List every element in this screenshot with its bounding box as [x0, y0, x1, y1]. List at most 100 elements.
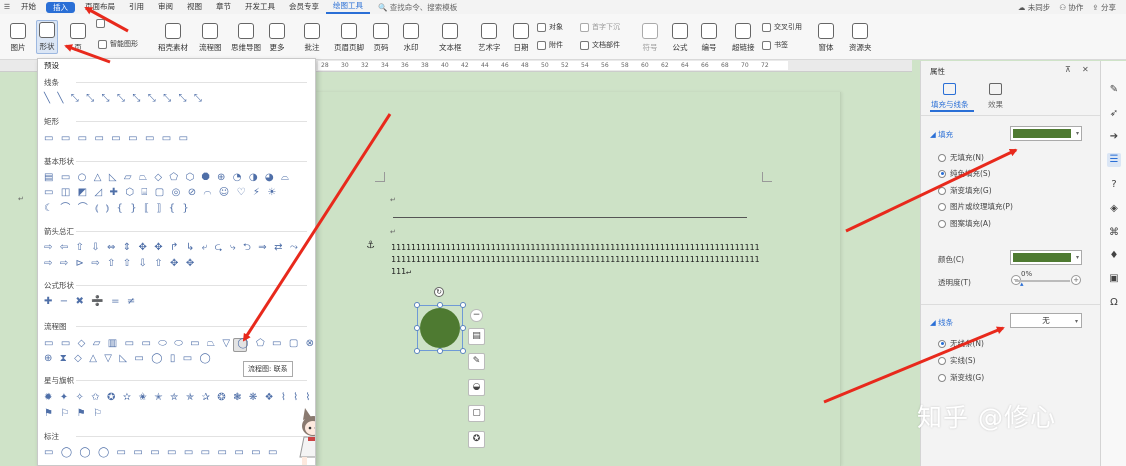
crossref-button[interactable]: 交叉引用: [762, 22, 802, 32]
attachment-button[interactable]: 附件: [537, 40, 563, 50]
help-icon[interactable]: ?: [1107, 178, 1121, 192]
shape-row-callouts[interactable]: ▭ ◯ ◯ ◯ ▭ ▭ ▭ ▭ ▭ ▭ ▭ ▭ ▭ ▭: [44, 447, 280, 459]
resize-handle[interactable]: [414, 325, 420, 331]
object-button[interactable]: 对象: [537, 22, 563, 32]
resize-handle[interactable]: [460, 302, 466, 308]
picture-button[interactable]: 图片: [10, 23, 26, 53]
shape-row-arrows[interactable]: ⇨ ⇦ ⇧ ⇩ ⇔ ⇕ ✥ ✥ ↱ ↳ ⤶ ⮎ ⤷ ⮌ ⇒ ⇄ ⤳: [44, 242, 300, 254]
effects-icon[interactable]: ✪: [468, 431, 485, 448]
shape-row-lines[interactable]: ╲ ╲ ⤡ ⤡ ⤡ ⤡ ⤡ ⤡ ⤡ ⤡ ⤡: [44, 93, 204, 105]
radio-no-line[interactable]: 无线条(N): [938, 338, 984, 349]
tab-insert[interactable]: 插入: [46, 1, 75, 13]
document-text[interactable]: 1111111111111111111111111111111111111111…: [391, 241, 763, 278]
paint-icon[interactable]: ♦: [1107, 249, 1121, 263]
resize-handle[interactable]: [414, 348, 420, 354]
document-page[interactable]: [315, 92, 841, 466]
pin-icon[interactable]: ⊼: [1065, 65, 1071, 74]
textbox-button[interactable]: 文本框: [439, 23, 462, 53]
horizontal-line[interactable]: [393, 217, 747, 218]
numbering-button[interactable]: 编号: [701, 23, 717, 53]
tab-start[interactable]: 开始: [14, 0, 43, 14]
shape-row-arrows[interactable]: ⇨ ⇨ ⊳ ⇨ ⇧ ⇧ ⇩ ⇧ ✥ ✥: [44, 258, 196, 270]
shape-button[interactable]: 形状: [36, 20, 58, 54]
shape-row-formula[interactable]: ✚ − ✖ ➗ = ≠: [44, 296, 137, 308]
mindmap-button[interactable]: 思维导图: [231, 23, 261, 53]
resize-handle[interactable]: [460, 325, 466, 331]
radio-gradient-line[interactable]: 渐变线(G): [938, 372, 984, 383]
shape-row-basic[interactable]: ▤ ▭ ○ △ ◺ ▱ ⏢ ◇ ⬠ ⬡ ⯃ ⊕ ◔ ◑ ◕ ⌓: [44, 172, 291, 184]
doc-part-button[interactable]: 文档部件: [580, 40, 620, 50]
fill-color-dropdown[interactable]: ▾: [1010, 126, 1082, 141]
collab-button[interactable]: ⚇ 协作: [1059, 2, 1083, 13]
shapes-icon[interactable]: ◈: [1107, 202, 1121, 216]
tab-drawing-tools[interactable]: 绘图工具: [326, 0, 370, 14]
wordart-button[interactable]: 艺术字: [478, 23, 501, 53]
layout-option-icon[interactable]: ▤: [468, 328, 485, 345]
cursor-icon[interactable]: ➔: [1107, 130, 1121, 144]
resize-handle[interactable]: [460, 348, 466, 354]
tab-references[interactable]: 引用: [122, 0, 151, 14]
fill-section-toggle[interactable]: ◢ 填充: [930, 129, 953, 140]
send-icon[interactable]: ➶: [1107, 107, 1121, 121]
line-section-toggle[interactable]: ◢ 线条: [930, 317, 953, 328]
line-style-dropdown[interactable]: 无 ▾: [1010, 313, 1082, 328]
tab-fill-line[interactable]: 填充与线条: [931, 83, 969, 110]
resize-handle[interactable]: [437, 302, 443, 308]
properties-icon[interactable]: ☰: [1107, 153, 1121, 167]
formula-button[interactable]: 公式: [672, 23, 688, 53]
tab-section[interactable]: 章节: [209, 0, 238, 14]
styles-icon[interactable]: ⌘: [1107, 226, 1121, 240]
hyperlink-button[interactable]: 超链接: [732, 23, 755, 53]
symbol-icon[interactable]: Ω: [1107, 296, 1121, 310]
collapse-tool-icon[interactable]: −: [470, 309, 483, 322]
rotate-handle-icon[interactable]: ↻: [434, 287, 444, 297]
radio-no-fill[interactable]: 无填充(N): [938, 152, 984, 163]
smartart-button[interactable]: 智能图形: [98, 39, 138, 49]
flowchart-button[interactable]: 流程图: [199, 23, 222, 53]
pen-icon[interactable]: ✎: [1107, 83, 1121, 97]
menu-icon[interactable]: ☰: [0, 3, 14, 11]
drop-cap-button[interactable]: 首字下沉: [580, 22, 620, 32]
share-button[interactable]: ⇪ 分享: [1092, 2, 1116, 13]
tab-review[interactable]: 审阅: [151, 0, 180, 14]
layout-icon[interactable]: ▣: [1107, 272, 1121, 286]
shape-row-flowchart[interactable]: ▭ ▭ ◇ ▱ ▥ ▭ ▭ ⬭ ⬭ ▭ ⏢ ▽ ◯ ⬠ ▭ ▢ ⊗: [44, 338, 315, 350]
form-button[interactable]: 窗体: [818, 23, 834, 53]
radio-picture-fill[interactable]: 图片或纹理填充(P): [938, 201, 1013, 212]
fill-bucket-icon[interactable]: ◒: [468, 379, 485, 396]
radio-solid-fill[interactable]: 纯色填充(S): [938, 168, 991, 179]
sync-status[interactable]: ☁ 未同步: [1018, 2, 1050, 13]
symbol-button[interactable]: 符号: [642, 23, 658, 53]
slider-thumb[interactable]: ▴: [1020, 280, 1024, 288]
header-footer-button[interactable]: 页眉页脚: [334, 23, 364, 53]
page-button[interactable]: 页: [70, 23, 86, 53]
outline-icon[interactable]: ▢: [468, 405, 485, 422]
page-number-button[interactable]: 页码: [373, 23, 389, 53]
tab-developer[interactable]: 开发工具: [238, 0, 282, 14]
resize-handle[interactable]: [414, 302, 420, 308]
shape-row-flowchart[interactable]: ⊕ ⧗ ◇ △ ▽ ◺ ▭ ◯ ▯ ▭ ◯: [44, 353, 213, 365]
material-button[interactable]: 稻壳素材: [158, 23, 188, 53]
shape-row-basic[interactable]: ☾ ⌒ ⌒ ⦅ ⦆ { } ⟦ ⟧ { }: [44, 203, 191, 215]
close-icon[interactable]: ✕: [1082, 65, 1089, 74]
color-dropdown[interactable]: ▾: [1010, 250, 1082, 265]
shape-row-basic[interactable]: ▭ ◫ ◩ ◿ ✚ ⬡ ⌸ ▢ ◎ ⊘ ⌒ ☺ ♡ ⚡ ☀: [44, 187, 278, 199]
more-button[interactable]: 更多: [269, 23, 285, 53]
shape-row-rectangles[interactable]: ▭ ▭ ▭ ▭ ▭ ▭ ▭ ▭ ▭: [44, 133, 190, 145]
tab-view[interactable]: 视图: [180, 0, 209, 14]
radio-solid-line[interactable]: 实线(S): [938, 355, 976, 366]
tab-member[interactable]: 会员专享: [282, 0, 326, 14]
chart-button[interactable]: [96, 19, 105, 28]
resources-button[interactable]: 资源夹: [849, 23, 872, 53]
date-button[interactable]: 日期: [513, 23, 529, 53]
edit-shape-icon[interactable]: ✎: [468, 353, 485, 370]
tab-page-layout[interactable]: 页面布局: [78, 0, 122, 14]
shape-row-stars[interactable]: ✹ ✦ ✧ ✩ ✪ ✫ ✬ ✭ ✮ ✯ ✰ ❂ ❃ ❋ ❖ ⌇ ⌇ ⌇: [44, 392, 312, 404]
comment-button[interactable]: 批注: [304, 23, 320, 53]
radio-gradient-fill[interactable]: 渐变填充(G): [938, 185, 992, 196]
command-search[interactable]: 🔍 查找命令、搜索模板: [378, 2, 457, 13]
plus-icon[interactable]: +: [1071, 275, 1081, 285]
shape-row-stars[interactable]: ⚑ ⚐ ⚑ ⚐: [44, 408, 104, 420]
tab-effects[interactable]: 效果: [988, 83, 1003, 110]
watermark-button[interactable]: 水印: [403, 23, 419, 53]
